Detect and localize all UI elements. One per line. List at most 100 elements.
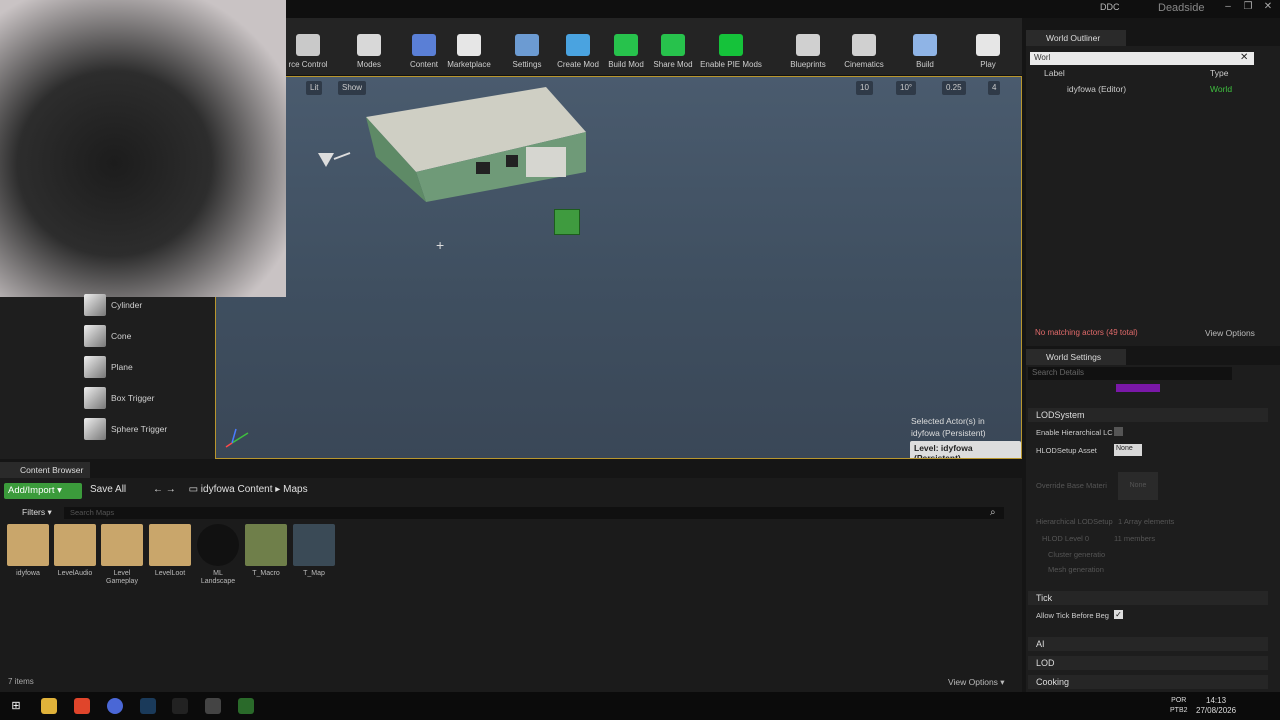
brave-browser-icon[interactable] — [74, 698, 90, 714]
details-search-input[interactable]: Search Details — [1028, 367, 1232, 380]
editor-app-icon[interactable] — [238, 698, 254, 714]
save-all-button[interactable]: Save All — [90, 484, 126, 495]
outliner-row-type: World — [1210, 84, 1233, 94]
asset-tile[interactable]: T_Macro — [244, 524, 288, 578]
modes-button[interactable]: Modes — [339, 34, 399, 69]
level-viewport[interactable]: Lit Show 10 10° 0.25 4 + Selected Actor(… — [215, 76, 1022, 459]
texture-icon — [245, 524, 287, 566]
outliner-status: No matching actors (49 total) — [1035, 328, 1138, 337]
content-view-options[interactable]: View Options ▾ — [948, 677, 1005, 688]
override-thumb[interactable]: None — [1118, 472, 1158, 500]
camera-speed-value[interactable]: 4 — [988, 81, 1001, 95]
clear-search-icon[interactable]: ✕ — [1240, 52, 1248, 63]
section-lod[interactable]: LOD — [1028, 656, 1268, 670]
play-icon — [976, 34, 1000, 56]
maximize-button[interactable]: ❐ — [1240, 1, 1256, 15]
outliner-row[interactable]: idyfowa (Editor) World — [1030, 84, 1270, 96]
outliner-search-input[interactable]: Worl — [1030, 52, 1254, 65]
language-line: PTB2 — [1170, 707, 1188, 714]
back-icon[interactable]: ← — [153, 484, 163, 495]
folder-icon: ▭ — [188, 484, 199, 495]
breadcrumb-child[interactable]: Maps — [283, 484, 307, 495]
system-clock[interactable]: 14:13 27/08/2026 — [1196, 696, 1236, 716]
asset-tile[interactable]: T_Map — [292, 524, 336, 578]
selected-actor-box[interactable] — [554, 209, 580, 235]
map-icon — [54, 524, 96, 566]
source-control-icon — [296, 34, 320, 56]
terminal-icon[interactable] — [172, 698, 188, 714]
enable-pie-mods-icon — [719, 34, 743, 56]
lit-button[interactable]: Lit — [306, 81, 323, 95]
place-item-sphere-trigger[interactable]: Sphere Trigger — [84, 418, 212, 444]
marketplace-button[interactable]: Marketplace — [439, 34, 499, 69]
search-icon[interactable]: ⌕ — [990, 507, 996, 518]
build-button[interactable]: Build — [895, 34, 955, 69]
language-indicator[interactable]: POR PTB2 — [1170, 696, 1188, 716]
outliner-col-label[interactable]: Label — [1044, 68, 1065, 78]
house-mesh[interactable] — [356, 77, 596, 207]
tab-content-browser[interactable]: Content Browser — [0, 462, 90, 478]
forward-icon[interactable]: → — [166, 484, 176, 495]
place-item-cone[interactable]: Cone — [84, 325, 212, 351]
play-button[interactable]: Play — [958, 34, 1018, 69]
outliner-view-options[interactable]: View Options — [1205, 328, 1255, 338]
steam-icon[interactable] — [140, 698, 156, 714]
section-cooking[interactable]: Cooking — [1028, 675, 1268, 689]
player-start-icon[interactable] — [316, 151, 352, 171]
unreal-engine-icon[interactable] — [205, 698, 221, 714]
box-trigger-icon — [84, 387, 106, 409]
breadcrumb-root[interactable]: idyfowa Content — [201, 484, 273, 495]
enable-pie-mods-button[interactable]: Enable PIE Mods — [694, 34, 768, 69]
cinematics-button[interactable]: Cinematics — [834, 34, 894, 69]
item-count: 7 items — [8, 677, 34, 686]
file-explorer-icon[interactable] — [41, 698, 57, 714]
windows-start-icon[interactable]: ⊞ — [8, 698, 24, 714]
hlod-setup-dropdown[interactable]: None — [1114, 444, 1142, 456]
ddc-indicator[interactable]: DDC — [1100, 2, 1120, 12]
project-name: Deadside — [1158, 2, 1205, 14]
allow-tick-checkbox[interactable]: ✓ — [1114, 610, 1123, 619]
plane-icon — [84, 356, 106, 378]
material-sphere-icon — [197, 524, 239, 566]
cluster-label[interactable]: Cluster generatio — [1048, 550, 1105, 559]
outliner-header: Label Type — [1030, 68, 1270, 81]
place-item-cylinder[interactable]: Cylinder — [84, 294, 212, 320]
build-icon — [913, 34, 937, 56]
asset-label: LevelAudio — [57, 570, 93, 577]
hlod-level-value: 11 members — [1114, 534, 1156, 543]
webcam-overlay — [0, 0, 286, 297]
content-search-input[interactable]: Search Maps — [64, 507, 1004, 519]
selected-actor-info: Selected Actor(s) in idyfowa (Persistent… — [911, 415, 986, 439]
enable-hlod-checkbox[interactable] — [1114, 427, 1123, 436]
toolbar-label: Content — [409, 60, 439, 69]
color-swatch[interactable] — [1116, 384, 1160, 392]
scale-snap-value[interactable]: 0.25 — [942, 81, 966, 95]
asset-tile[interactable]: idyfowa — [6, 524, 50, 578]
blueprints-button[interactable]: Blueprints — [778, 34, 838, 69]
section-ai[interactable]: AI — [1028, 637, 1268, 651]
asset-tile[interactable]: LevelLoot — [148, 524, 192, 578]
mesh-label[interactable]: Mesh generation — [1048, 565, 1104, 574]
map-icon — [149, 524, 191, 566]
breadcrumb-separator: ▸ — [275, 484, 281, 495]
tab-world-outliner[interactable]: World Outliner — [1026, 30, 1126, 46]
tab-world-settings[interactable]: World Settings — [1026, 349, 1126, 365]
grid-snap-value[interactable]: 10 — [856, 81, 873, 95]
section-tick[interactable]: Tick — [1028, 591, 1268, 605]
asset-tile[interactable]: Level Gameplay — [100, 524, 144, 586]
section-lodsystem[interactable]: LODSystem — [1028, 408, 1268, 422]
minimize-button[interactable]: – — [1220, 1, 1236, 15]
outliner-col-type[interactable]: Type — [1210, 68, 1228, 78]
toolbar-label: Cinematics — [844, 60, 884, 69]
close-window-button[interactable]: ✕ — [1260, 1, 1276, 15]
place-item-box-trigger[interactable]: Box Trigger — [84, 387, 212, 413]
place-item-plane[interactable]: Plane — [84, 356, 212, 382]
toolbar-label: Build — [916, 60, 934, 69]
asset-tile[interactable]: ML Landscape — [196, 524, 240, 586]
chrome-icon[interactable] — [107, 698, 123, 714]
filters-button[interactable]: Filters ▾ — [4, 507, 60, 519]
add-import-button[interactable]: Add/Import ▾ — [4, 483, 82, 499]
asset-tile[interactable]: LevelAudio — [53, 524, 97, 578]
rotation-snap-value[interactable]: 10° — [896, 81, 917, 95]
source-control-button[interactable]: rce Control — [278, 34, 338, 69]
